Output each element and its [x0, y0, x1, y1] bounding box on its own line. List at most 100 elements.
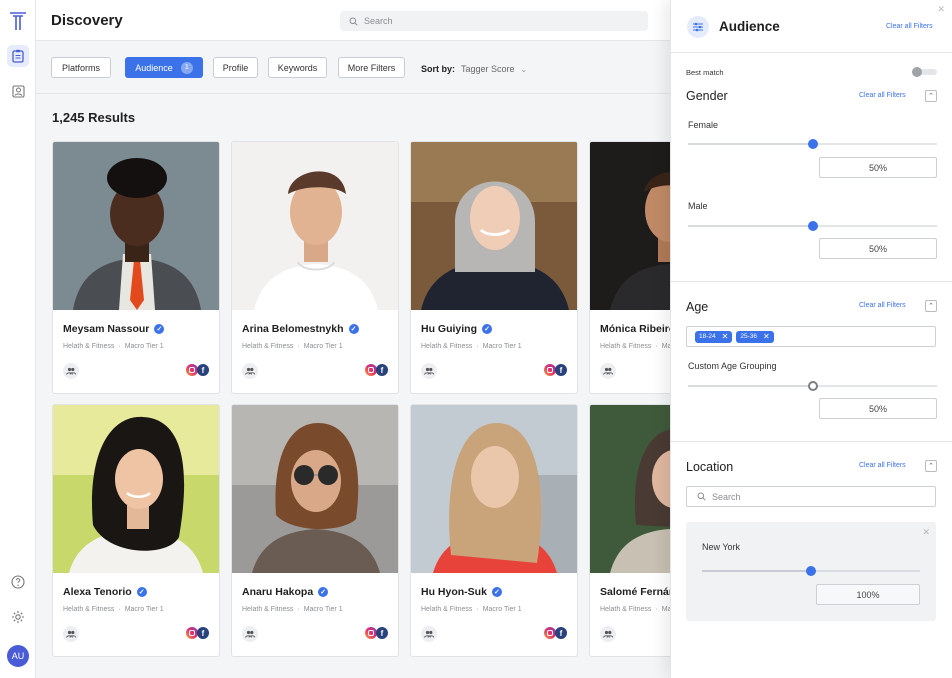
female-slider-fill [688, 143, 813, 145]
people-icon[interactable] [600, 363, 616, 379]
remove-chip-icon[interactable]: ✕ [722, 332, 729, 341]
sort-by-label: Sort by: [421, 64, 456, 74]
collapse-chevron-up-icon[interactable]: ⌃ [925, 300, 937, 312]
people-icon[interactable] [242, 626, 258, 642]
creator-card[interactable]: Alexa Tenorio ✓ Helath & Fitness · Macro Ti… [52, 404, 220, 657]
location-search-placeholder: Search [712, 491, 741, 502]
collapse-chevron-up-icon[interactable]: ⌃ [925, 460, 937, 472]
age-chip[interactable]: 18-24 ✕ [695, 330, 733, 343]
creator-name-text: Alexa Tenorio [63, 586, 132, 598]
custom-age-value-field[interactable]: 50% [819, 398, 937, 419]
creator-name: Salomé Fernán [600, 586, 675, 598]
creator-name: Arina Belomestnykh ✓ [242, 323, 359, 335]
female-slider-thumb[interactable] [807, 139, 818, 149]
more-filters-button[interactable]: More Filters [338, 57, 405, 78]
facebook-icon[interactable]: f [376, 364, 388, 376]
keywords-filter-button[interactable]: Keywords [268, 57, 327, 78]
collapse-chevron-up-icon[interactable]: ⌃ [925, 90, 937, 102]
people-icon[interactable] [242, 363, 258, 379]
creator-meta: Helath & Fitness·Macro Tier 1 [421, 606, 522, 613]
gender-section-title: Gender [686, 89, 728, 103]
custom-age-slider[interactable] [688, 381, 937, 391]
clear-location-filters-link[interactable]: Clear all Filters [859, 462, 906, 469]
app-logo-icon[interactable] [9, 11, 27, 31]
male-slider-thumb[interactable] [807, 221, 818, 231]
creator-category: Helath & Fitness [600, 343, 652, 350]
facebook-icon[interactable]: f [197, 627, 209, 639]
profile-filter-button[interactable]: Profile [213, 57, 258, 78]
verified-check-icon: ✓ [154, 324, 165, 334]
creator-category: Helath & Fitness [63, 343, 115, 350]
verified-check-icon: ✓ [318, 587, 329, 597]
people-icon[interactable] [421, 363, 437, 379]
left-rail: AU [0, 0, 36, 678]
settings-gear-icon[interactable] [7, 606, 29, 628]
location-slider[interactable] [702, 566, 920, 576]
people-icon[interactable] [63, 363, 79, 379]
location-slider-thumb[interactable] [806, 566, 816, 576]
verified-check-icon: ✓ [482, 324, 492, 334]
sort-by-dropdown[interactable]: Sort by: Tagger Score ⌄ [421, 64, 527, 74]
creator-photo [53, 142, 219, 310]
creator-name: Alexa Tenorio ✓ [63, 586, 147, 598]
results-count: 1,245 Results [52, 110, 136, 125]
location-city-label: New York [702, 542, 741, 552]
search-placeholder: Search [364, 16, 393, 26]
clear-gender-filters-link[interactable]: Clear all Filters [859, 92, 906, 99]
remove-chip-icon[interactable]: ✕ [763, 332, 770, 341]
chevron-down-icon: ⌄ [520, 65, 528, 74]
creator-tier: Macro Tier 1 [303, 606, 343, 613]
verified-check-icon: ✓ [491, 587, 502, 597]
age-chip-label: 25-36 [740, 333, 757, 340]
best-match-toggle[interactable] [912, 67, 937, 77]
remove-location-icon[interactable]: ✕ [922, 527, 930, 538]
creator-card[interactable]: Hu Guiying ✓ Helath & Fitness · Macro Tier … [410, 141, 578, 394]
facebook-icon[interactable]: f [376, 627, 388, 639]
custom-age-grouping-label: Custom Age Grouping [688, 361, 777, 371]
custom-age-slider-fill [688, 385, 813, 387]
female-value-field[interactable]: 50% [819, 157, 937, 178]
facebook-icon[interactable]: f [197, 364, 209, 376]
creator-name: Anaru Hakopa ✓ [242, 586, 329, 598]
age-chip[interactable]: 25-36 ✕ [736, 330, 774, 343]
clear-age-filters-link[interactable]: Clear all Filters [859, 302, 906, 309]
age-range-input[interactable]: 18-24 ✕ 25-36 ✕ [686, 326, 936, 347]
creator-card[interactable]: Hu Hyon-Suk ✓ Helath & Fitness · Macro Tier… [410, 404, 578, 657]
creator-card[interactable]: Anaru Hakopa ✓ Helath & Fitness · Macro Tie… [231, 404, 399, 657]
contacts-icon[interactable] [7, 80, 29, 102]
facebook-icon[interactable]: f [555, 364, 567, 376]
close-icon[interactable]: ✕ [937, 4, 945, 15]
creator-name: Meysam Nassour ✓ [63, 323, 165, 335]
clear-all-filters-link[interactable]: Clear all Filters [886, 23, 933, 30]
creator-tier: Macro Tier 1 [124, 606, 164, 613]
sliders-icon [687, 16, 709, 38]
creator-card[interactable]: Arina Belomestnykh ✓ Helath & Fitness · Mac… [231, 141, 399, 394]
people-icon[interactable] [63, 626, 79, 642]
divider [671, 52, 952, 53]
facebook-icon[interactable]: f [555, 627, 567, 639]
creator-name-text: Meysam Nassour [63, 323, 150, 335]
creator-card[interactable]: Meysam Nassour ✓ Helath & Fitness · Macro T… [52, 141, 220, 394]
male-slider[interactable] [688, 221, 937, 231]
location-search-input[interactable]: Search [686, 486, 936, 507]
male-label: Male [688, 201, 708, 211]
search-input[interactable]: Search [340, 11, 648, 31]
social-links: f [365, 627, 388, 639]
audience-filter-button[interactable]: Audience 1 [125, 57, 203, 78]
creator-tier: Macro Tier 1 [482, 606, 522, 613]
people-icon[interactable] [421, 626, 437, 642]
help-icon[interactable] [7, 571, 29, 593]
custom-age-slider-thumb[interactable] [807, 381, 818, 391]
social-links: f [365, 364, 388, 376]
clipboard-icon[interactable] [7, 45, 29, 67]
creator-name: Hu Hyon-Suk ✓ [421, 586, 502, 598]
user-avatar[interactable]: AU [7, 645, 29, 667]
creator-name-text: Anaru Hakopa [242, 586, 314, 598]
creator-meta: Helath & Fitness·Macro Tier 1 [242, 343, 343, 350]
people-icon[interactable] [600, 626, 616, 642]
male-value-field[interactable]: 50% [819, 238, 937, 259]
female-slider[interactable] [688, 139, 937, 149]
creator-category: Helath & Fitness [600, 606, 652, 613]
location-value-field[interactable]: 100% [816, 584, 920, 605]
platforms-filter-button[interactable]: Platforms [51, 57, 111, 78]
